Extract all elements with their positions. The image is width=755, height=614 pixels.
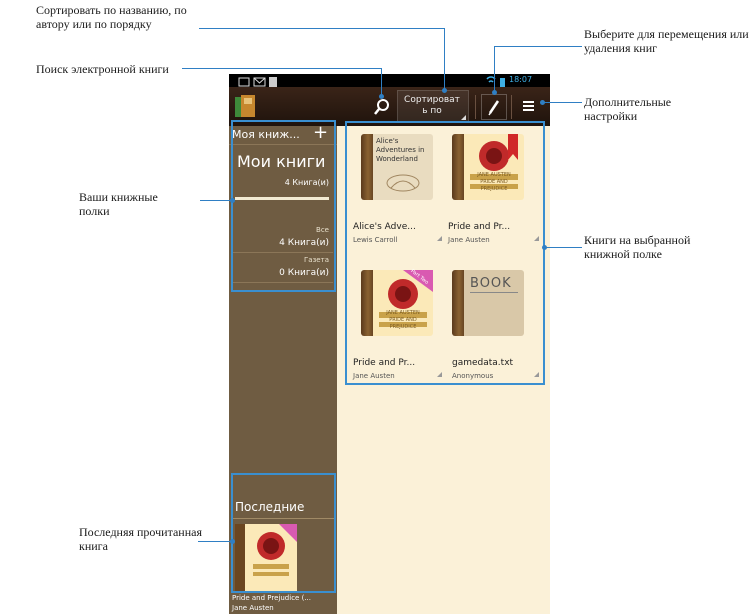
menu-button[interactable] bbox=[521, 98, 539, 116]
highlight-recent bbox=[231, 473, 336, 593]
callout-search: Поиск электронной книги bbox=[36, 62, 169, 76]
file-notification-icon bbox=[269, 77, 277, 87]
sort-button[interactable]: Сортироват ь по bbox=[397, 90, 469, 123]
search-icon bbox=[374, 99, 389, 115]
highlight-books bbox=[345, 121, 545, 385]
app-logo-icon[interactable] bbox=[233, 93, 259, 121]
callout-settings: Дополнительные настройки bbox=[584, 95, 672, 123]
select-button[interactable] bbox=[481, 94, 507, 120]
status-bar: 18:07 bbox=[229, 74, 550, 87]
sort-label: Сортироват ь по bbox=[404, 95, 460, 116]
battery-icon bbox=[500, 78, 505, 87]
recent-book-author: Jane Austen bbox=[232, 604, 274, 612]
search-button[interactable] bbox=[372, 96, 392, 118]
callout-books: Книги на выбранной книжной полке bbox=[584, 233, 691, 261]
recent-book-title: Pride and Prejudice (... bbox=[232, 594, 311, 602]
callout-last: Последняя прочитанная книга bbox=[79, 525, 202, 553]
callout-shelves: Ваши книжные полки bbox=[79, 190, 158, 218]
callout-select: Выберите для перемещения или удаления кн… bbox=[584, 27, 749, 55]
status-time: 18:07 bbox=[509, 75, 533, 84]
pencil-icon bbox=[488, 100, 500, 116]
gallery-notification-icon bbox=[238, 77, 250, 87]
callout-sort: Сортировать по названию, по автору или п… bbox=[36, 3, 187, 31]
highlight-shelves bbox=[231, 120, 336, 292]
overflow-menu-icon bbox=[523, 101, 534, 111]
dropdown-indicator-icon bbox=[461, 115, 466, 120]
